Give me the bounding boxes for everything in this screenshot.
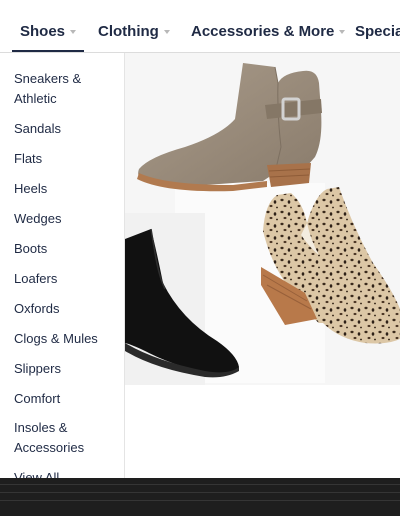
shoes-dropdown-menu: Sneakers & Athletic Sandals Flats Heels … [0, 53, 125, 483]
chevron-down-icon [339, 30, 346, 34]
menu-item-boots[interactable]: Boots [14, 239, 118, 259]
nav-tab-label: Shoes [20, 23, 66, 40]
chevron-down-icon [70, 30, 77, 34]
chevron-down-icon [163, 30, 170, 34]
menu-item-wedges[interactable]: Wedges [14, 209, 118, 229]
nav-tab-label: Clothing [98, 23, 159, 40]
divider [0, 492, 400, 493]
nav-tab-label: Special [355, 23, 400, 40]
menu-item-flats[interactable]: Flats [14, 149, 118, 169]
menu-item-sandals[interactable]: Sandals [14, 119, 118, 139]
divider [0, 484, 400, 485]
nav-tab-clothing[interactable]: Clothing [98, 0, 170, 52]
menu-item-clogs-mules[interactable]: Clogs & Mules [14, 329, 118, 349]
divider [0, 500, 400, 501]
menu-item-heels[interactable]: Heels [14, 179, 118, 199]
featured-boots-image[interactable] [125, 53, 400, 385]
nav-tab-special[interactable]: Special [355, 0, 400, 52]
top-nav: Shoes Clothing Accessories & More Specia… [0, 0, 400, 53]
menu-item-oxfords[interactable]: Oxfords [14, 299, 118, 319]
taupe-bootie [137, 63, 322, 192]
nav-tab-shoes[interactable]: Shoes [11, 0, 85, 52]
menu-item-loafers[interactable]: Loafers [14, 269, 118, 289]
menu-item-slippers[interactable]: Slippers [14, 359, 118, 379]
menu-item-sneakers-athletic[interactable]: Sneakers & Athletic [14, 69, 118, 109]
boots-illustration [125, 63, 400, 385]
nav-tab-accessories[interactable]: Accessories & More [191, 0, 346, 52]
bottom-toolbar [0, 478, 400, 516]
nav-tab-label: Accessories & More [191, 23, 335, 40]
menu-item-insoles-accessories[interactable]: Insoles & Accessories [14, 418, 118, 458]
menu-item-comfort[interactable]: Comfort [14, 389, 118, 409]
